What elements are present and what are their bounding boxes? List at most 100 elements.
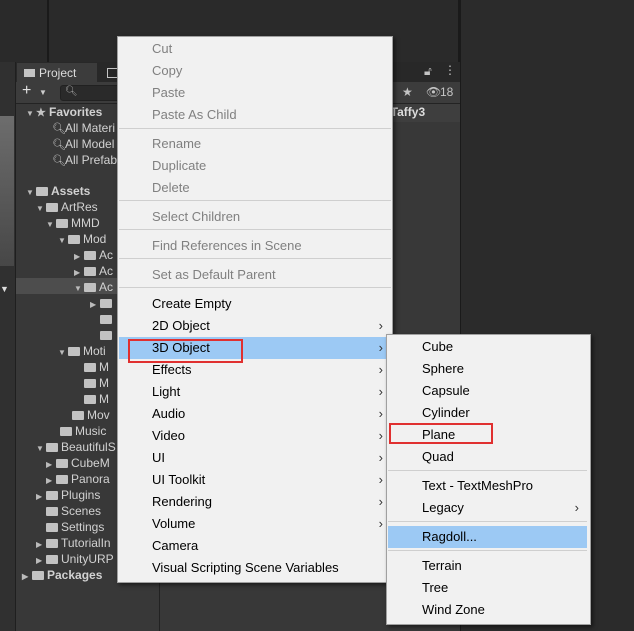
tree-node[interactable]: ▶ Plugins — [36, 487, 100, 503]
submenu-item-text-textmeshpro[interactable]: Text - TextMeshPro — [388, 475, 587, 497]
tree-node[interactable] — [90, 311, 115, 327]
tree-node[interactable]: ▼ Moti — [58, 343, 106, 359]
submenu-item-tree[interactable]: Tree — [388, 577, 587, 599]
submenu-item-wind-zone[interactable]: Wind Zone — [388, 599, 587, 621]
tree-node[interactable]: 🔍︎All Materi — [42, 120, 115, 136]
tree-node[interactable]: ▶ Ac — [74, 247, 113, 263]
menu-item-label: Rename — [152, 136, 202, 151]
tab-project[interactable]: Project — [17, 63, 97, 82]
menu-item-label: Create Empty — [152, 296, 232, 311]
tree-node-label: Packages — [47, 568, 103, 582]
expand-down-icon[interactable]: ▼ — [74, 281, 84, 297]
tree-node[interactable] — [90, 327, 115, 343]
expand-down-icon[interactable]: ▼ — [58, 345, 68, 361]
add-dropdown-icon[interactable]: ▼ — [39, 88, 47, 97]
lock-icon[interactable]: 🔓︎ — [424, 64, 432, 79]
left-scene-strip: ▼ — [0, 62, 15, 631]
menu-item-paste-as-child: Paste As Child — [119, 104, 391, 126]
menu-item-visual-scripting-scene-variables[interactable]: Visual Scripting Scene Variables — [119, 557, 391, 579]
tree-node[interactable]: Scenes — [36, 503, 101, 519]
submenu-item-ragdoll[interactable]: Ragdoll... — [388, 526, 587, 548]
tree-node-label: CubeM — [71, 456, 110, 470]
tree-node[interactable]: ▶ Ac — [74, 263, 113, 279]
tree-node[interactable]: Settings — [36, 519, 104, 535]
menu-item-light[interactable]: Light › — [119, 381, 391, 403]
menu-item-camera[interactable]: Camera — [119, 535, 391, 557]
menu-item-2d-object[interactable]: 2D Object › — [119, 315, 391, 337]
menu-item-paste: Paste — [119, 82, 391, 104]
menu-separator — [119, 200, 391, 201]
folder-icon — [100, 331, 112, 340]
menu-item-label: Select Children — [152, 209, 241, 224]
menu-item-audio[interactable]: Audio › — [119, 403, 391, 425]
menu-item-copy: Copy — [119, 60, 391, 82]
tree-node-label: Ac — [99, 248, 114, 262]
expand-down-icon[interactable]: ▼ — [36, 441, 46, 457]
tree-node[interactable]: ▼ ★ Favorites — [26, 104, 102, 120]
tree-node[interactable]: ▶ CubeM — [46, 455, 110, 471]
tree-node[interactable]: ▶ UnityURP — [36, 551, 114, 567]
tree-node[interactable]: Music — [50, 423, 106, 439]
menu-item-label: UI — [152, 450, 165, 465]
tree-node[interactable]: ▼ BeautifulS — [36, 439, 116, 455]
menu-item-rendering[interactable]: Rendering › — [119, 491, 391, 513]
submenu-item-cube[interactable]: Cube — [388, 336, 587, 358]
menu-separator — [388, 550, 587, 551]
menu-item-create-empty[interactable]: Create Empty — [119, 293, 391, 315]
expand-down-icon[interactable]: ▼ — [46, 217, 56, 233]
folder-icon — [46, 507, 58, 516]
submenu-item-capsule[interactable]: Capsule — [388, 380, 587, 402]
tree-node[interactable]: 🔍︎All Model — [42, 136, 114, 152]
tree-node[interactable]: ▶ TutorialIn — [36, 535, 111, 551]
context-menu: Cut Copy Paste Paste As Child Rename Duplicat… — [117, 36, 393, 583]
tree-node[interactable]: ▼ Mod — [58, 231, 106, 247]
dropdown-icon[interactable]: ▼ — [0, 284, 9, 294]
tree-node[interactable]: ▼ Assets — [26, 183, 90, 199]
submenu-item-sphere[interactable]: Sphere — [388, 358, 587, 380]
tree-node[interactable]: M — [74, 391, 109, 407]
tree-node[interactable]: M — [74, 359, 109, 375]
tree-node-label: M — [99, 360, 109, 374]
menu-item-ui-toolkit[interactable]: UI Toolkit › — [119, 469, 391, 491]
tree-node[interactable]: 🔍︎All Prefab — [42, 152, 117, 168]
tree-node[interactable]: ▼ ArtRes — [36, 199, 98, 215]
tree-node[interactable]: ▼ Ac — [74, 279, 113, 295]
menu-separator — [119, 128, 391, 129]
menu-item-label: Light — [152, 384, 181, 399]
menu-item-volume[interactable]: Volume › — [119, 513, 391, 535]
tree-node[interactable]: ▶ — [90, 295, 115, 311]
tree-node[interactable]: ▼ MMD — [46, 215, 100, 231]
menu-item-ui[interactable]: UI › — [119, 447, 391, 469]
folder-icon — [72, 411, 84, 420]
tree-node[interactable]: ▶ Panora — [46, 471, 110, 487]
folder-icon — [46, 203, 58, 212]
expand-down-icon[interactable]: ▼ — [36, 201, 46, 217]
menu-item-duplicate: Duplicate — [119, 155, 391, 177]
submenu-item-legacy[interactable]: Legacy › — [388, 497, 587, 519]
star-icon[interactable]: ★ — [402, 85, 413, 99]
star-icon: ★ — [36, 107, 46, 119]
search-input[interactable]: 🔍︎ — [60, 85, 122, 101]
submenu-item-terrain[interactable]: Terrain — [388, 555, 587, 577]
tree-node[interactable]: M — [74, 375, 109, 391]
eye-icon[interactable]: 👁︎ — [426, 85, 441, 99]
expand-down-icon[interactable]: ▼ — [26, 106, 36, 122]
expand-down-icon[interactable]: ▼ — [26, 185, 36, 201]
submenu-item-cylinder[interactable]: Cylinder — [388, 402, 587, 424]
tree-node-label: All Prefab — [65, 153, 118, 167]
chevron-right-icon: › — [378, 450, 383, 465]
menu-item-video[interactable]: Video › — [119, 425, 391, 447]
expand-down-icon[interactable]: ▼ — [58, 233, 68, 249]
menu-item-label: Volume — [152, 516, 196, 531]
tree-node-label: Assets — [51, 184, 91, 198]
expand-right-icon[interactable]: ▶ — [22, 569, 32, 585]
tree-node-label: UnityURP — [61, 552, 114, 566]
add-button[interactable]: + — [22, 82, 31, 100]
menu-item-label: Cylinder — [422, 405, 470, 420]
tree-node[interactable]: Mov — [62, 407, 110, 423]
menu-separator — [388, 470, 587, 471]
more-menu-icon[interactable]: ⋮ — [444, 63, 456, 77]
menu-item-select-children: Select Children — [119, 206, 391, 228]
tree-node[interactable]: ▶ Packages — [22, 567, 102, 583]
submenu-item-quad[interactable]: Quad — [388, 446, 587, 468]
